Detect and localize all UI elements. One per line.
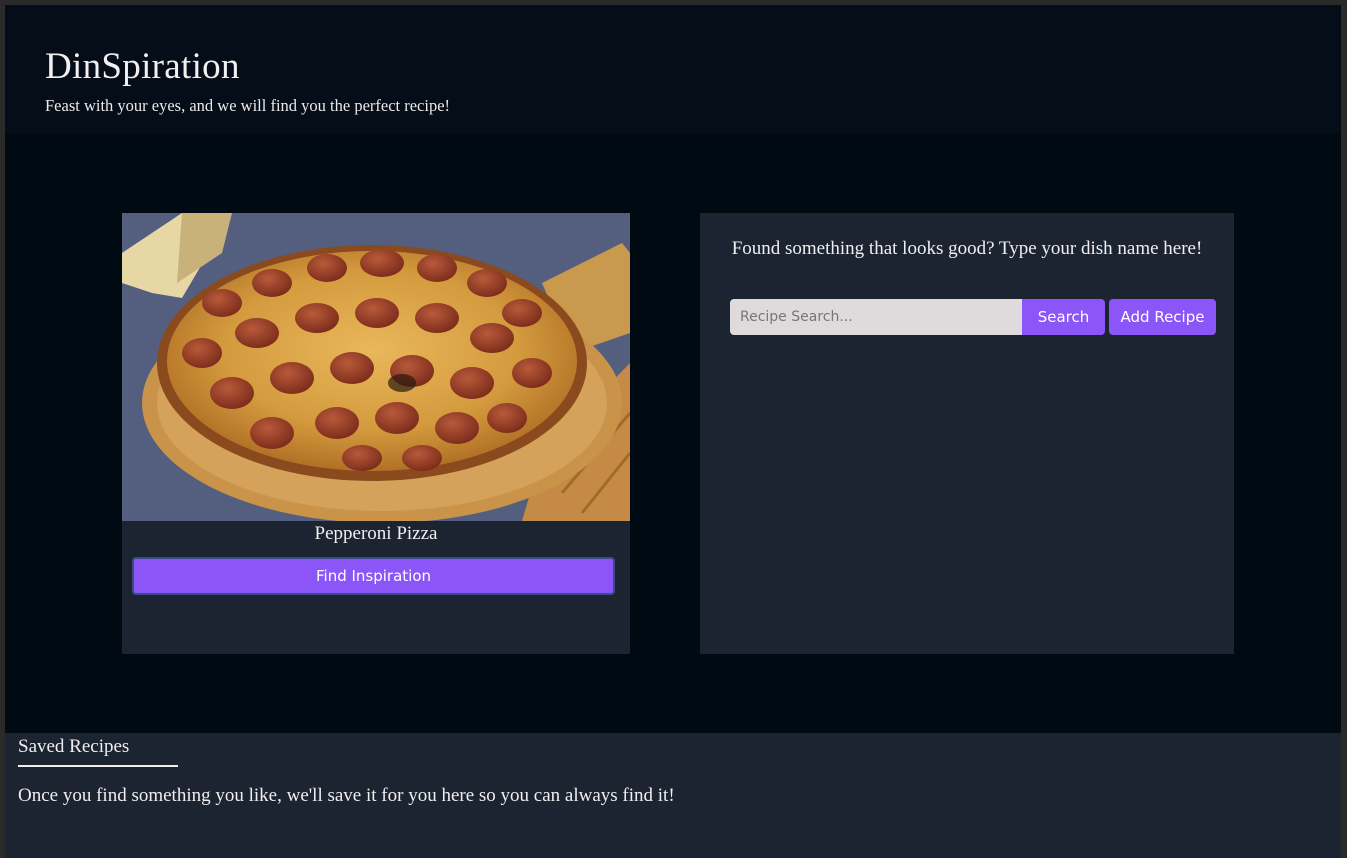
- site-title: DinSpiration: [45, 46, 240, 87]
- site-subtitle: Feast with your eyes, and we will find y…: [45, 96, 451, 115]
- recipe-search-input[interactable]: [730, 299, 1023, 335]
- pizza-image: [122, 213, 630, 521]
- dish-name: Pepperoni Pizza: [314, 523, 438, 544]
- inspiration-card: Pepperoni Pizza Find Inspiration: [122, 213, 630, 654]
- dish-photo: [122, 213, 630, 521]
- page: DinSpiration Feast with your eyes, and w…: [5, 5, 1341, 858]
- find-inspiration-button[interactable]: Find Inspiration: [132, 557, 615, 595]
- recipe-search-card: Found something that looks good? Type yo…: [700, 213, 1234, 654]
- add-recipe-button[interactable]: Add Recipe: [1109, 299, 1216, 335]
- saved-recipes-underline: [18, 765, 178, 767]
- site-header: DinSpiration Feast with your eyes, and w…: [5, 5, 1341, 133]
- main-content: Pepperoni Pizza Find Inspiration Found s…: [5, 133, 1341, 733]
- saved-recipes-empty-message: Once you find something you like, we'll …: [18, 785, 675, 806]
- saved-recipes-title: Saved Recipes: [18, 736, 130, 757]
- search-prompt: Found something that looks good? Type yo…: [731, 238, 1203, 259]
- search-button[interactable]: Search: [1022, 299, 1105, 335]
- saved-recipes-section: Saved Recipes Once you find something yo…: [5, 733, 1341, 858]
